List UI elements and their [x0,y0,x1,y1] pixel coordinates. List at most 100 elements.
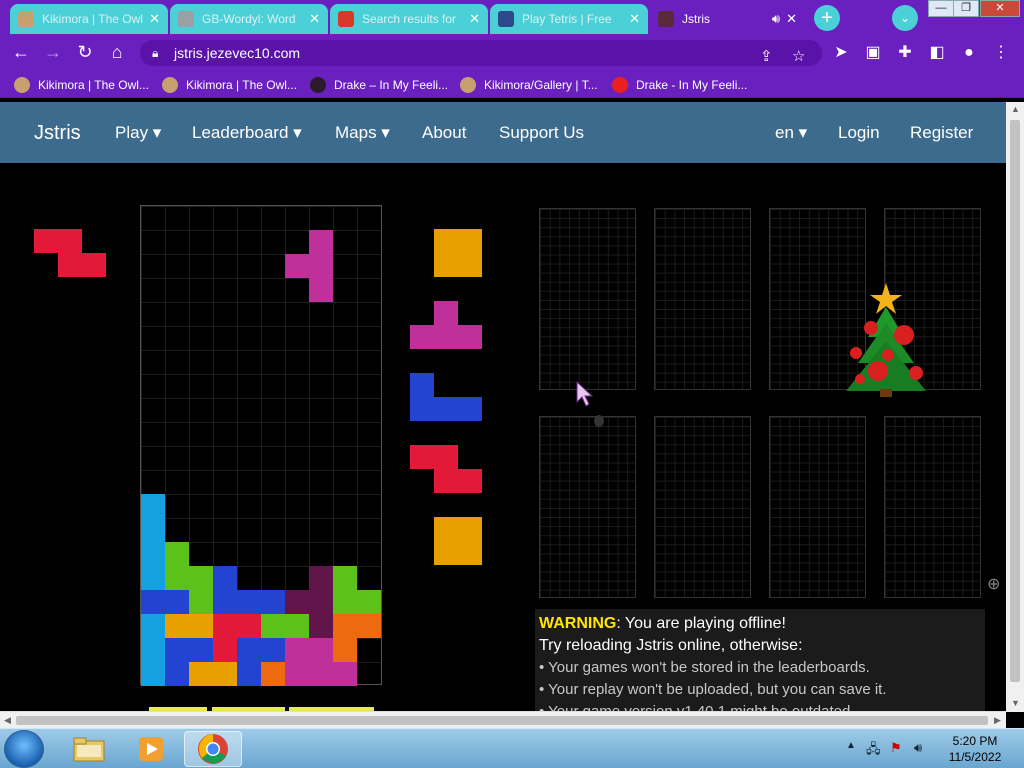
board-block [333,566,357,590]
bookmark-favicon-icon [310,77,326,93]
board-block [261,662,285,686]
scroll-down-arrow-icon[interactable]: ▼ [1011,698,1020,708]
share-icon[interactable]: ⇪ [760,44,773,70]
windows-start-icon[interactable] [4,730,44,768]
christmas-tree-icon [846,283,926,397]
tab-active[interactable]: Jstris 🔊︎ ✕ [650,4,805,34]
volume-icon[interactable]: 🔊︎ [914,740,922,756]
board-block [165,566,189,590]
board-block [309,662,333,686]
audio-icon[interactable]: 🔊︎ [772,11,780,27]
minimize-button[interactable]: — [928,0,954,17]
nav-play[interactable]: Play ▾ [115,123,161,143]
falling-piece-block [309,230,333,254]
tab[interactable]: Kikimora | The Owl ✕ [10,4,168,34]
file-explorer-icon[interactable] [60,731,118,767]
tab[interactable]: Search results for ✕ [330,4,488,34]
taskbar-clock[interactable]: 5:20 PM 11/5/2022 [945,733,1005,765]
zoom-icon[interactable]: ⊕ [987,574,1000,594]
board-block [141,566,165,590]
tab-title: Search results for [362,12,457,26]
queue-block [410,445,434,469]
scrollbar-thumb[interactable] [16,716,988,725]
falling-piece-block [309,278,333,302]
tab-close-icon[interactable]: ✕ [469,11,480,27]
scroll-up-arrow-icon[interactable]: ▲ [1011,104,1020,114]
tab-close-icon[interactable]: ✕ [309,11,320,27]
board-block [189,662,213,686]
bookmark-favicon-icon [460,77,476,93]
queue-block [410,373,434,397]
board-block [189,590,213,614]
menu-kebab-icon[interactable]: ⋮ [990,42,1012,64]
new-tab-button[interactable]: + [814,5,840,31]
nav-support-us[interactable]: Support Us [499,123,584,143]
network-icon[interactable]: 🖧︎ [866,740,881,762]
forward-icon[interactable]: → [42,41,64,63]
tab-close-icon[interactable]: ✕ [149,11,160,27]
vertical-scrollbar[interactable]: ▲ ▼ [1006,102,1024,712]
game-area[interactable]: WARNING: You are playing offline! Try re… [0,163,1006,711]
side-panel-icon[interactable]: ◧ [926,42,948,64]
bookmark-item[interactable]: Kikimora | The Owl... [14,76,149,94]
tab-title: GB-Wordyl: Word [202,12,296,26]
bookmark-title: Kikimora | The Owl... [186,78,297,92]
site-brand[interactable]: Jstris [34,122,81,145]
scroll-left-arrow-icon[interactable]: ◀ [4,715,11,726]
horizontal-scrollbar[interactable]: ◀ ▶ [0,711,1006,728]
bookmark-item[interactable]: Kikimora/Gallery | T... [460,76,598,94]
board-block [141,494,165,518]
home-icon[interactable]: ⌂ [106,41,128,63]
hold-block [34,229,58,253]
tab-search-chevron-icon[interactable]: ⌄ [892,5,918,31]
login-link[interactable]: Login [838,123,880,143]
media-player-icon[interactable] [122,731,180,767]
tab-favicon-icon [338,11,354,27]
hold-block [58,253,82,277]
back-icon[interactable]: ← [10,41,32,63]
tab-title: Kikimora | The Owl [42,12,143,26]
bookmark-item[interactable]: Drake - In My Feeli... [612,76,747,94]
chrome-icon[interactable] [184,731,242,767]
flag-icon[interactable]: ⚑ [890,740,902,756]
restore-button[interactable]: ❐ [953,0,979,17]
board-block [189,566,213,590]
board-block [357,590,381,614]
queue-block [458,229,482,253]
queue-block [458,541,482,565]
nav-about[interactable]: About [422,123,466,143]
tab[interactable]: GB-Wordyl: Word ✕ [170,4,328,34]
language-selector[interactable]: en ▾ [775,123,807,143]
bookmark-item[interactable]: Kikimora | The Owl... [162,76,297,94]
puzzle-extensions-icon[interactable]: ✚ [894,42,916,64]
scrollbar-thumb[interactable] [1010,120,1020,682]
bookmark-title: Drake – In My Feeli... [334,78,449,92]
tab-close-icon[interactable]: ✕ [629,11,640,27]
extension-icon[interactable]: ▣ [862,42,884,64]
nav-leaderboard[interactable]: Leaderboard ▾ [192,123,302,143]
scroll-right-arrow-icon[interactable]: ▶ [994,715,1001,726]
cursor-extension-icon[interactable]: ➤ [830,42,852,64]
nav-maps[interactable]: Maps ▾ [335,123,390,143]
profile-avatar-icon[interactable]: ● [958,42,980,64]
register-link[interactable]: Register [910,123,973,143]
board-block [333,638,357,662]
warning-item: • Your replay won't be uploaded, but you… [539,681,887,698]
tetris-board[interactable] [140,205,382,686]
bookmark-star-icon[interactable]: ☆ [792,44,805,70]
tab[interactable]: Play Tetris | Free ✕ [490,4,648,34]
board-block [141,638,165,662]
reload-icon[interactable]: ↻ [74,41,96,63]
board-block [309,566,333,590]
tray-expand-icon[interactable]: ▲ [846,740,856,751]
warning-label: WARNING [539,615,617,632]
lock-icon: 🔒︎ [152,46,159,60]
url-text: jstris.jezevec10.com [174,45,301,61]
close-window-button[interactable]: ✕ [980,0,1020,17]
falling-piece-block [285,254,309,278]
tab-close-icon[interactable]: ✕ [786,11,797,27]
board-block [309,638,333,662]
bookmark-item[interactable]: Drake – In My Feeli... [310,76,448,94]
address-bar[interactable]: 🔒︎ jstris.jezevec10.com ⇪ ☆ [140,40,822,66]
hold-block [58,229,82,253]
